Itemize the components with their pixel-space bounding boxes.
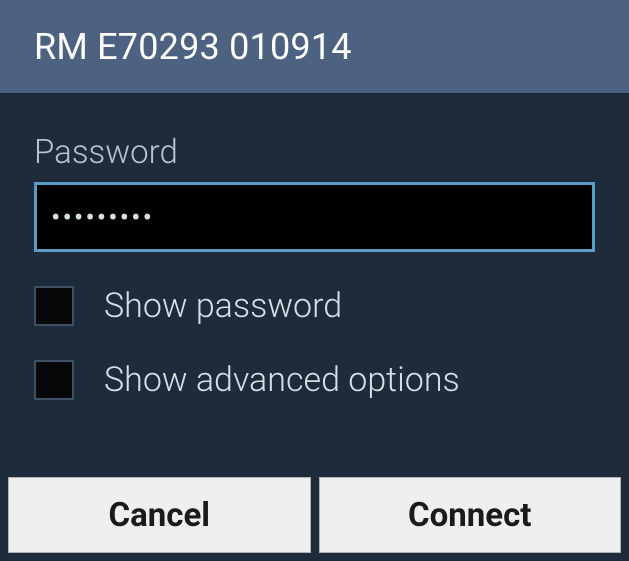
password-input-wrap[interactable] xyxy=(34,182,595,252)
title-bar: RM E70293 010914 xyxy=(0,0,629,93)
cancel-button[interactable]: Cancel xyxy=(8,477,311,553)
show-password-label: Show password xyxy=(104,286,342,326)
password-input[interactable] xyxy=(49,200,580,235)
show-advanced-row[interactable]: Show advanced options xyxy=(34,360,595,400)
connect-button-label: Connect xyxy=(408,496,531,535)
show-advanced-checkbox[interactable] xyxy=(34,360,74,400)
show-advanced-label: Show advanced options xyxy=(104,360,460,400)
wifi-connect-dialog: RM E70293 010914 Password Show password … xyxy=(0,0,629,561)
cancel-button-label: Cancel xyxy=(109,496,211,535)
connect-button[interactable]: Connect xyxy=(319,477,622,553)
dialog-footer: Cancel Connect xyxy=(0,469,629,561)
show-password-checkbox[interactable] xyxy=(34,286,74,326)
password-label: Password xyxy=(34,133,595,172)
show-password-row[interactable]: Show password xyxy=(34,286,595,326)
dialog-body: Password Show password Show advanced opt… xyxy=(0,93,629,469)
dialog-title: RM E70293 010914 xyxy=(34,26,352,68)
